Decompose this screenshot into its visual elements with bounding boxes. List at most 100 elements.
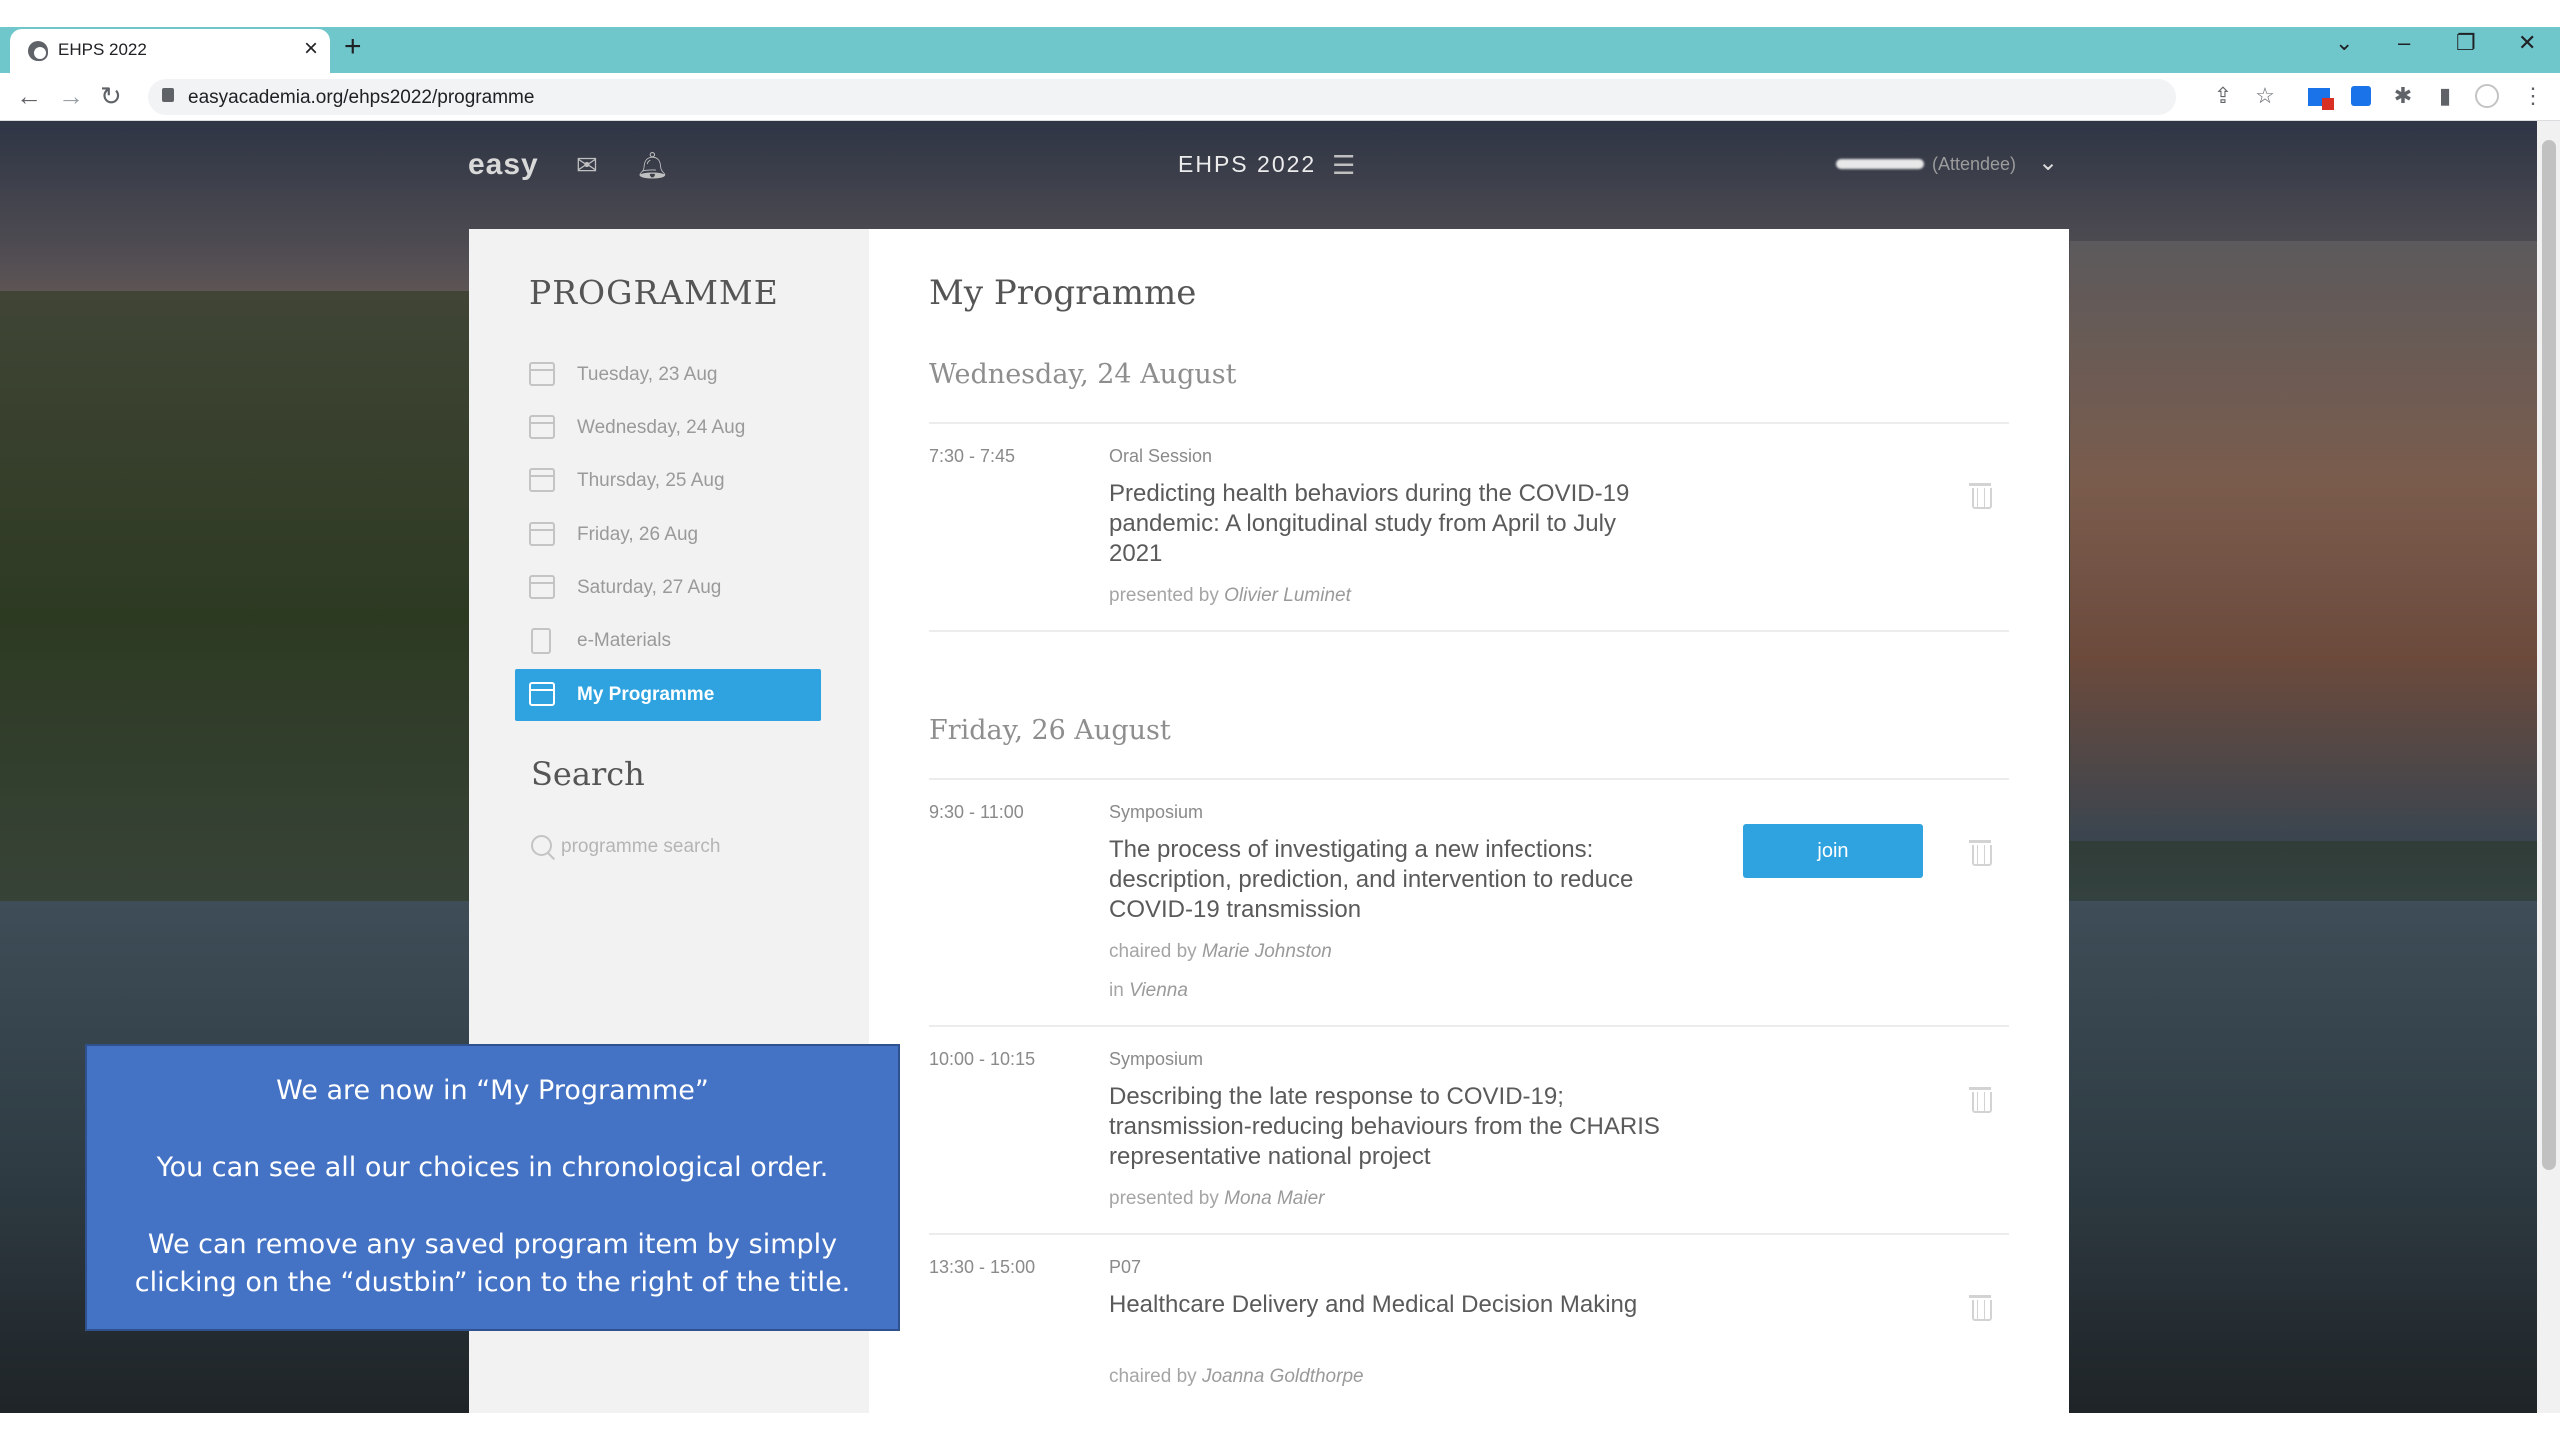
bookmark-star-icon[interactable]: ☆ [2252, 83, 2278, 109]
event-time: 10:00 - 10:15 [929, 1049, 1036, 1069]
calendar-icon [529, 522, 555, 546]
event-type: Oral Session [1109, 446, 1213, 466]
day-heading: Friday, 26 August [929, 715, 1171, 746]
user-menu-chevron-icon[interactable]: ⌄ [2038, 148, 2058, 177]
tab-title: EHPS 2022 [58, 40, 147, 59]
event-presenter: presented by Olivier Luminet [1109, 585, 1351, 607]
callout-line: We can remove any saved program item by … [134, 1229, 851, 1298]
event-meta-prefix: presented by [1109, 585, 1219, 606]
background-hill [0, 291, 480, 941]
trash-icon[interactable] [1969, 481, 1992, 509]
sidebar-item-wednesday[interactable]: Wednesday, 24 Aug [515, 402, 821, 454]
sidebar-item-saturday[interactable]: Saturday, 27 Aug [515, 562, 821, 614]
my-programme-panel: My Programme Wednesday, 24 August 7:30 -… [869, 229, 2069, 1413]
event-time: 9:30 - 11:00 [929, 802, 1024, 822]
event-title[interactable]: Describing the late response to COVID-19… [1109, 1082, 1669, 1172]
callout-line: We are now in “My Programme” [276, 1075, 709, 1106]
join-button[interactable]: join [1743, 824, 1923, 878]
url-text: easyacademia.org/ehps2022/programme [188, 87, 535, 108]
event-chair: chaired by Marie Johnston [1109, 941, 1332, 963]
hamburger-menu-icon[interactable]: ☰ [1332, 150, 1355, 181]
minimize-button[interactable]: – [2398, 30, 2410, 56]
user-card-icon [529, 682, 555, 706]
event-person-name[interactable]: Mona Maier [1224, 1188, 1324, 1209]
mail-icon[interactable]: ✉ [576, 150, 598, 181]
sidebar-item-thursday[interactable]: Thursday, 25 Aug [515, 455, 821, 507]
restore-button[interactable]: ❐ [2456, 30, 2476, 56]
kebab-menu-icon[interactable]: ⋮ [2520, 83, 2546, 109]
calendar-icon [529, 415, 555, 439]
sidebar-item-label: My Programme [577, 684, 715, 705]
divider [929, 1025, 2009, 1027]
new-tab-button[interactable]: + [344, 32, 362, 62]
event-location-name: Vienna [1129, 980, 1188, 1001]
sidebar-item-label: Saturday, 27 Aug [577, 577, 722, 598]
screen-bottom-margin [0, 1413, 2560, 1440]
address-bar[interactable]: easyacademia.org/ehps2022/programme [148, 79, 2176, 115]
callout-line: You can see all our choices in chronolog… [156, 1152, 829, 1183]
search-heading: Search [531, 755, 645, 793]
event-title[interactable]: Healthcare Delivery and Medical Decision… [1109, 1290, 1669, 1320]
event-time: 13:30 - 15:00 [929, 1257, 1036, 1277]
browser-toolbar: ← → ↻ easyacademia.org/ehps2022/programm… [0, 73, 2560, 121]
event-title[interactable]: The process of investigating a new infec… [1109, 835, 1669, 925]
event-person-name[interactable]: Marie Johnston [1202, 941, 1332, 962]
sidebar-item-friday[interactable]: Friday, 26 Aug [515, 509, 821, 561]
divider [929, 1233, 2009, 1235]
search-icon [531, 835, 555, 859]
sidebar-item-label: Friday, 26 Aug [577, 524, 699, 545]
extension-icon[interactable] [2306, 83, 2334, 110]
divider [929, 778, 2009, 780]
conference-title[interactable]: EHPS 2022 [1178, 151, 1316, 178]
browser-tab-strip [0, 27, 2560, 73]
lock-icon [162, 88, 174, 102]
divider [929, 630, 2009, 632]
sidebar-item-e-materials[interactable]: e-Materials [515, 615, 821, 667]
event-chair: chaired by Joanna Goldthorpe [1109, 1366, 1364, 1388]
translate-extension-icon[interactable] [2348, 83, 2374, 109]
programme-search-input[interactable] [561, 827, 801, 867]
event-presenter: presented by Mona Maier [1109, 1188, 1324, 1210]
tab-search-icon[interactable]: ⌄ [2335, 30, 2353, 56]
browser-tab[interactable]: EHPS 2022 × [10, 29, 330, 73]
share-icon[interactable]: ⇪ [2210, 83, 2236, 109]
trash-icon[interactable] [1969, 838, 1992, 866]
sidebar-item-label: Thursday, 25 Aug [577, 470, 725, 491]
instruction-callout: We are now in “My Programme” You can see… [85, 1044, 900, 1331]
back-button[interactable]: ← [16, 81, 42, 112]
background-city [2070, 241, 2537, 841]
trash-icon[interactable] [1969, 1085, 1992, 1113]
event-title[interactable]: Predicting health behaviors during the C… [1109, 479, 1669, 569]
user-role[interactable]: (Attendee) [1932, 154, 2016, 175]
trash-icon[interactable] [1969, 1293, 1992, 1321]
scrollbar-thumb[interactable] [2542, 140, 2556, 1170]
puzzle-icon[interactable]: ✱ [2390, 83, 2416, 109]
sidebar-item-my-programme[interactable]: My Programme [515, 669, 821, 721]
sidebar-item-tuesday[interactable]: Tuesday, 23 Aug [515, 349, 821, 401]
divider [929, 422, 2009, 424]
page-title: My Programme [929, 273, 1197, 313]
side-panel-icon[interactable]: ▮ [2432, 83, 2458, 109]
day-heading: Wednesday, 24 August [929, 359, 1237, 390]
site-logo[interactable]: easy [468, 148, 539, 182]
calendar-icon [529, 362, 555, 386]
user-name-redacted[interactable] [1836, 159, 1924, 169]
forward-button[interactable]: → [58, 81, 84, 112]
profile-avatar-icon[interactable] [2474, 83, 2500, 109]
event-meta-prefix: chaired by [1109, 1366, 1197, 1387]
event-type: Symposium [1109, 802, 1204, 822]
event-type: Symposium [1109, 1049, 1204, 1069]
calendar-icon [529, 575, 555, 599]
window-close-button[interactable]: ✕ [2518, 30, 2536, 56]
event-person-name[interactable]: Olivier Luminet [1224, 585, 1351, 606]
bell-icon[interactable]: 🔔︎ [636, 150, 669, 181]
event-location: in Vienna [1109, 980, 1188, 1002]
sidebar-item-label: Tuesday, 23 Aug [577, 364, 718, 385]
reload-button[interactable]: ↻ [100, 81, 122, 112]
event-time: 7:30 - 7:45 [929, 446, 1016, 466]
sidebar-heading: PROGRAMME [529, 273, 779, 312]
screen-top-margin [0, 0, 2560, 27]
tab-close-icon[interactable]: × [304, 35, 318, 63]
event-location-prefix: in [1109, 980, 1124, 1001]
event-person-name[interactable]: Joanna Goldthorpe [1202, 1366, 1364, 1387]
